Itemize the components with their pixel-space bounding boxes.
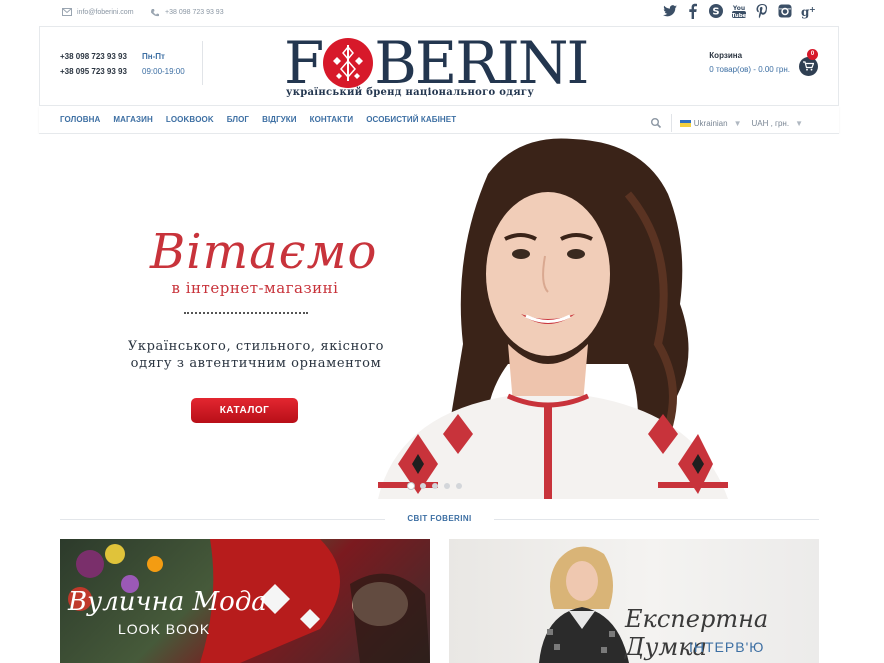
catalog-button[interactable]: КАТАЛОГ [191,398,298,423]
top-bar: info@foberini.com +38 098 723 93 93 S Yo… [0,0,884,26]
googleplus-icon[interactable]: g + [800,3,816,19]
hero-description: Українського, стильного, якісного одягу … [127,339,385,371]
work-days: Пн-Пт [142,52,165,61]
social-links: S You Tube g + [662,3,816,19]
header-divider [202,41,203,85]
skype-icon[interactable]: S [708,3,724,19]
main-nav: ГОЛОВНА МАГАЗИН LOOKBOOK БЛОГ ВІДГУКИ КО… [39,105,839,134]
top-email[interactable]: info@foberini.com [62,8,134,16]
cart-icon[interactable] [799,57,818,76]
language-value: Ukrainian [693,118,728,128]
instagram-icon[interactable] [777,3,793,19]
hero-subtitle: в інтернет-магазині [171,279,339,297]
section-line-right [494,519,819,520]
slider-dot[interactable] [456,483,462,489]
interview-card[interactable]: Експертна Думка ІНТЕРВ'Ю [449,539,819,663]
phone-1[interactable]: +38 098 723 93 93 [60,49,127,64]
work-time: 09:00-19:00 [142,67,185,76]
phone-icon [150,8,160,17]
top-email-text: info@foberini.com [77,8,134,16]
mail-icon [62,8,72,16]
logo-letters: BERINI [374,29,589,97]
slider-dot[interactable] [408,483,414,489]
nav-divider [670,114,672,132]
chevron-down-icon: ▼ [795,118,803,128]
logo-ornament-icon [323,38,374,88]
logo-wordmark: F BERINI [284,29,589,97]
section-header: СВІТ FOBERINI [60,512,819,526]
slider-pagination [408,483,462,489]
cart-count-badge: 0 [807,49,818,60]
pinterest-icon[interactable] [754,3,770,19]
svg-text:+: + [809,5,816,14]
nav-item-blog[interactable]: БЛОГ [227,115,249,124]
phone-2[interactable]: +38 095 723 93 93 [60,64,127,79]
header-phones: +38 098 723 93 93 +38 095 723 93 93 [60,49,127,79]
nav-item-shop[interactable]: МАГАЗИН [113,115,153,124]
logo-tagline: український бренд національного одягу [286,87,535,98]
nav-item-account[interactable]: ОСОБИСТИЙ КАБІНЕТ [366,115,456,124]
currency-value: UAH , грн. [751,118,790,128]
nav-menu: ГОЛОВНА МАГАЗИН LOOKBOOK БЛОГ ВІДГУКИ КО… [60,115,456,124]
cart-total: 0 товар(ов) - 0.00 грн. [709,65,790,74]
twitter-icon[interactable] [662,3,678,19]
svg-text:Tube: Tube [732,13,747,19]
nav-tools: Ukrainian ▼ UAH , грн. ▼ [650,114,803,132]
top-phone-text: +38 098 723 93 93 [165,8,224,16]
currency-select[interactable]: UAH , грн. ▼ [752,119,804,128]
language-select[interactable]: Ukrainian ▼ [679,118,752,128]
interview-card-subtitle: ІНТЕРВ'Ю [689,639,765,655]
lookbook-card-title: Вулична Мода [68,587,267,617]
hero-title: Вітаємо [150,224,378,280]
hero-model-image [378,138,728,499]
cart-title: Корзина [709,51,743,60]
nav-item-reviews[interactable]: ВІДГУКИ [262,115,297,124]
hero-slider: Вітаємо в інтернет-магазині Українського… [0,134,884,499]
svg-text:You: You [732,5,745,12]
site-logo[interactable]: F BERINI український бренд національного… [284,31,624,101]
cart-summary[interactable]: Корзина 0 товар(ов) - 0.00 грн. [709,49,790,77]
nav-item-contacts[interactable]: КОНТАКТИ [310,115,354,124]
work-hours: Пн-Пт 09:00-19:00 [142,49,185,79]
search-icon[interactable] [650,117,662,129]
nav-item-home[interactable]: ГОЛОВНА [60,115,100,124]
chevron-down-icon: ▼ [733,118,742,128]
lookbook-card[interactable]: Вулична Мода LOOK BOOK [60,539,430,663]
facebook-icon[interactable] [685,3,701,19]
svg-text:S: S [712,7,719,18]
nav-item-lookbook[interactable]: LOOKBOOK [166,115,214,124]
lookbook-card-subtitle: LOOK BOOK [118,621,211,637]
youtube-icon[interactable]: You Tube [731,3,747,19]
hero-divider [184,312,308,314]
slider-dot[interactable] [444,483,450,489]
logo-letter-f: F [284,29,324,97]
ukraine-flag-icon [679,119,691,127]
slider-dot[interactable] [432,483,438,489]
slider-dot[interactable] [420,483,426,489]
top-phone[interactable]: +38 098 723 93 93 [150,8,224,17]
